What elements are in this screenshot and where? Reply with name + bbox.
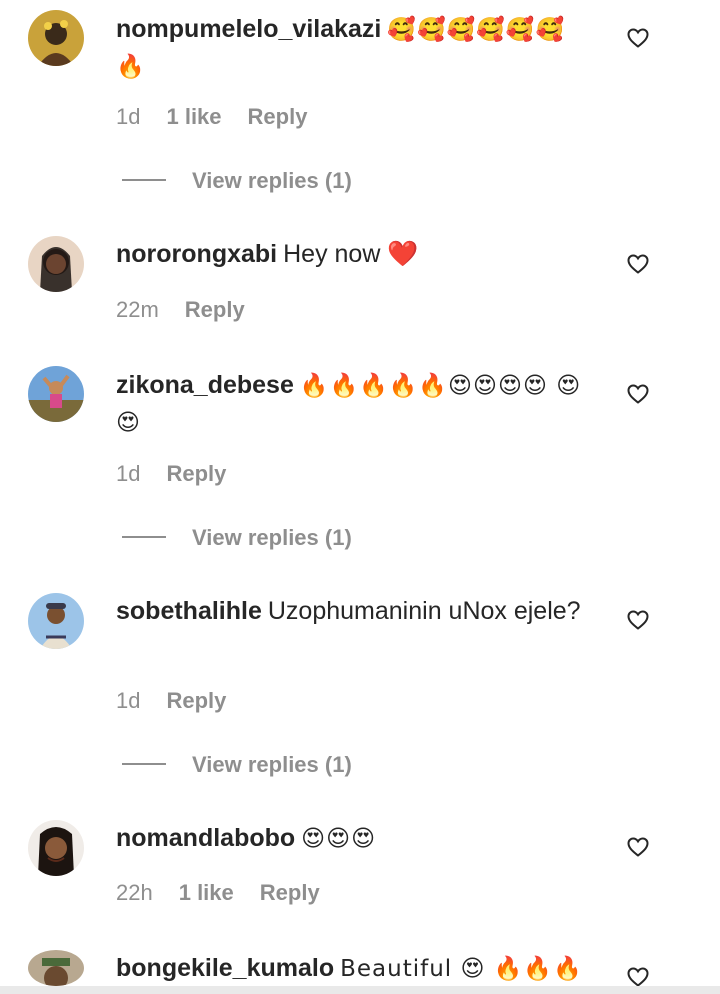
view-replies-label: View replies (1) (192, 525, 352, 550)
avatar[interactable] (28, 366, 84, 422)
view-replies-button[interactable]: View replies (1) (122, 752, 352, 778)
comment-text: nompumelelo_vilakazi 🥰🥰🥰🥰🥰🥰 🔥 (116, 11, 596, 85)
comment-time: 1d (116, 461, 141, 486)
comment-username[interactable]: sobethalihle (116, 597, 262, 625)
like-heart-icon[interactable] (626, 26, 650, 50)
comment-time: 22m (116, 297, 159, 322)
like-heart-icon[interactable] (626, 382, 650, 406)
comment-meta: 1d Reply (116, 688, 252, 714)
comment-username[interactable]: nompumelelo_vilakazi (116, 15, 381, 43)
like-heart-icon[interactable] (626, 835, 650, 859)
avatar[interactable] (28, 10, 84, 66)
comment-text: sobethalihle Uzophumaninin uNox ejele? (116, 593, 596, 629)
like-heart-icon[interactable] (626, 608, 650, 632)
reply-button[interactable]: Reply (185, 297, 245, 322)
comment-text: zikona_debese 🔥🔥🔥🔥🔥😍😍😍😍 😍😍 (116, 367, 596, 441)
comment-body: Hey now ❤️ (283, 240, 419, 268)
comment-likes[interactable]: 1 like (166, 104, 221, 129)
comment-meta: 22m Reply (116, 297, 271, 323)
comment-time: 22h (116, 880, 153, 905)
comment-text: nororongxabi Hey now ❤️ (116, 236, 596, 272)
comment-time: 1d (116, 104, 141, 129)
comment-body: 😍😍😍 (301, 826, 377, 852)
comment-username[interactable]: nomandlabobo (116, 824, 295, 852)
divider-line (122, 179, 166, 182)
comment-text: nomandlabobo 😍😍😍 (116, 820, 596, 857)
view-replies-button[interactable]: View replies (1) (122, 168, 352, 194)
view-replies-button[interactable]: View replies (1) (122, 525, 352, 551)
comment-body: Uzophumaninin uNox ejele? (267, 597, 581, 625)
comment-meta: 22h 1 like Reply (116, 880, 346, 906)
reply-button[interactable]: Reply (166, 688, 226, 713)
avatar[interactable] (28, 593, 84, 649)
reply-button[interactable]: Reply (166, 461, 226, 486)
comment-meta: 1d Reply (116, 461, 252, 487)
avatar[interactable] (28, 236, 84, 292)
avatar[interactable] (28, 950, 84, 986)
avatar[interactable] (28, 820, 84, 876)
comment-likes[interactable]: 1 like (179, 880, 234, 905)
comment-text: bongekile_kumalo Beautiful 😍 🔥🔥🔥 (116, 950, 596, 986)
comment-username[interactable]: zikona_debese (116, 371, 294, 399)
reply-button[interactable]: Reply (248, 104, 308, 129)
like-heart-icon[interactable] (626, 252, 650, 276)
reply-button[interactable]: Reply (260, 880, 320, 905)
like-heart-icon[interactable] (626, 965, 650, 986)
divider-line (122, 763, 166, 766)
comment-time: 1d (116, 688, 141, 713)
comment-body: Beautiful 😍 🔥🔥🔥 (340, 956, 583, 982)
bottom-edge (0, 986, 720, 994)
comment-meta: 1d 1 like Reply (116, 104, 333, 130)
view-replies-label: View replies (1) (192, 168, 352, 193)
comment-username[interactable]: bongekile_kumalo (116, 954, 334, 982)
view-replies-label: View replies (1) (192, 752, 352, 777)
comment-username[interactable]: nororongxabi (116, 240, 277, 268)
divider-line (122, 536, 166, 539)
